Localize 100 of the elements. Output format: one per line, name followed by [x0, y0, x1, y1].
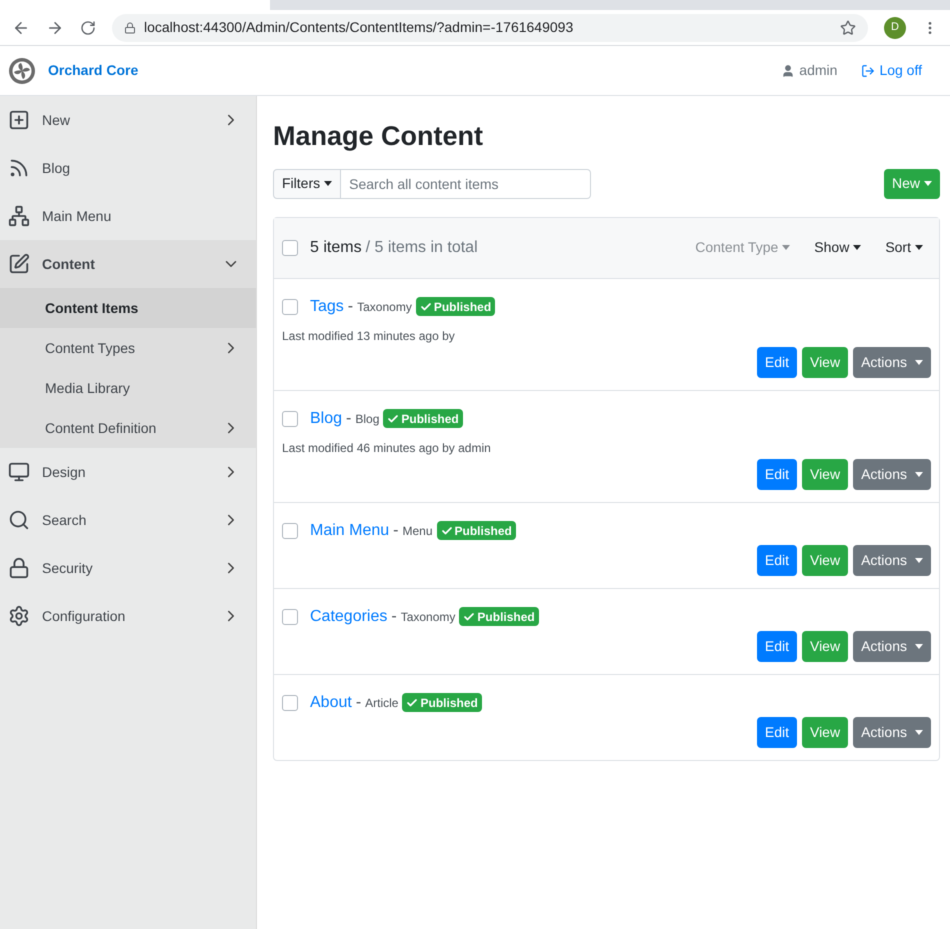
- separator-dash: -: [348, 296, 354, 316]
- sitemap-icon: [8, 205, 30, 227]
- show-dropdown[interactable]: Show: [814, 237, 862, 258]
- published-badge: Published: [383, 409, 463, 428]
- actions-button[interactable]: Actions: [853, 716, 931, 748]
- submenu-item[interactable]: Content Items: [0, 288, 256, 328]
- item-title-link[interactable]: About: [310, 690, 352, 714]
- published-badge: Published: [402, 693, 482, 712]
- item-title-link[interactable]: Main Menu: [310, 518, 390, 542]
- submenu-item[interactable]: Content Definition: [0, 408, 256, 448]
- user-name[interactable]: admin: [799, 60, 838, 81]
- separator-dash: -: [346, 408, 352, 428]
- sidebar-item[interactable]: Security: [0, 544, 256, 592]
- separator-dash: -: [391, 606, 397, 626]
- actions-button[interactable]: Actions: [853, 630, 931, 662]
- caret-icon: [782, 245, 790, 250]
- caret-icon: [915, 730, 923, 734]
- sidebar-label: Main Menu: [42, 206, 112, 226]
- sidebar-item[interactable]: Content: [0, 240, 256, 288]
- separator-dash: -: [393, 520, 398, 540]
- edit-icon: [8, 253, 30, 275]
- modified-text: Last modified 13 minutes ago by: [282, 328, 456, 344]
- sidebar-item[interactable]: Search: [0, 496, 256, 544]
- sidebar-label: Configuration: [42, 606, 126, 626]
- new-button[interactable]: New: [884, 168, 940, 198]
- item-total: / 5 items in total: [366, 238, 478, 258]
- item-type: Blog: [355, 410, 380, 428]
- caret-icon: [915, 360, 923, 364]
- edit-button[interactable]: Edit: [756, 458, 797, 490]
- sidebar-label: New: [42, 110, 70, 130]
- sidebar-item[interactable]: Main Menu: [0, 192, 256, 240]
- published-badge: Published: [436, 521, 516, 540]
- view-button[interactable]: View: [802, 544, 848, 576]
- item-type: Article: [365, 694, 398, 712]
- edit-button[interactable]: Edit: [756, 716, 797, 748]
- lock-icon: [124, 22, 136, 34]
- item-title-link[interactable]: Categories: [310, 604, 388, 628]
- submenu-item[interactable]: Content Types: [0, 328, 256, 368]
- address-bar[interactable]: localhost:44300/Admin/Contents/ContentItems/?admin=-1761649093: [112, 14, 868, 42]
- separator-dash: -: [356, 692, 362, 712]
- caret-icon: [915, 472, 923, 476]
- checkbox[interactable]: [282, 410, 298, 426]
- view-button[interactable]: View: [802, 630, 848, 662]
- content-type-dropdown[interactable]: Content Type: [695, 237, 790, 258]
- search-icon: [8, 509, 30, 531]
- submenu-label: Content Items: [45, 298, 138, 318]
- sidebar-item[interactable]: New: [0, 96, 256, 144]
- item-count: 5 items: [310, 238, 362, 258]
- actions-button[interactable]: Actions: [853, 458, 931, 490]
- actions-button[interactable]: Actions: [853, 544, 931, 576]
- checkbox[interactable]: [282, 694, 298, 710]
- page-title: Manage Content: [273, 120, 484, 153]
- submenu-label: Media Library: [45, 378, 130, 398]
- brand-link[interactable]: Orchard Core: [48, 60, 138, 81]
- edit-button[interactable]: Edit: [756, 346, 797, 378]
- caret-icon: [915, 245, 923, 250]
- profile-avatar[interactable]: D: [884, 16, 906, 38]
- sidebar-item[interactable]: Blog: [0, 144, 256, 192]
- sidebar-label: Design: [42, 462, 86, 482]
- item-title-link[interactable]: Blog: [310, 406, 342, 430]
- checkbox[interactable]: [282, 240, 298, 256]
- actions-button[interactable]: Actions: [853, 346, 931, 378]
- item-type: Taxonomy: [400, 608, 456, 626]
- caret-icon: [915, 644, 923, 648]
- logout-icon: [861, 64, 876, 78]
- caret-icon: [924, 181, 932, 186]
- sidebar-item[interactable]: Configuration: [0, 592, 256, 640]
- caret-icon: [324, 181, 332, 186]
- user-icon: [781, 64, 796, 78]
- lock-icon: [8, 557, 30, 579]
- checkbox[interactable]: [282, 298, 298, 314]
- reload-icon[interactable]: [80, 20, 96, 36]
- sort-dropdown[interactable]: Sort: [885, 237, 923, 258]
- modified-text: Last modified 46 minutes ago by admin: [282, 440, 492, 456]
- gear-icon: [8, 605, 30, 627]
- submenu-item[interactable]: Media Library: [0, 368, 256, 408]
- sidebar-item[interactable]: Design: [0, 448, 256, 496]
- caret-icon: [915, 558, 923, 562]
- checkbox[interactable]: [282, 608, 298, 624]
- search-field[interactable]: Search all content items: [341, 168, 592, 198]
- edit-button[interactable]: Edit: [756, 630, 797, 662]
- plus-square-icon: [8, 109, 30, 131]
- view-button[interactable]: View: [802, 458, 848, 490]
- rss-icon: [8, 157, 30, 179]
- submenu-label: Content Definition: [45, 418, 156, 438]
- view-button[interactable]: View: [802, 346, 848, 378]
- filters-button[interactable]: Filters: [273, 168, 342, 198]
- sidebar-label: Security: [42, 558, 93, 578]
- caret-icon: [853, 245, 862, 250]
- sidebar-label: Blog: [42, 158, 70, 178]
- logoff-link[interactable]: Log off: [879, 60, 922, 81]
- sidebar-label: Content: [42, 254, 95, 274]
- checkbox[interactable]: [282, 522, 298, 538]
- published-badge: Published: [416, 297, 496, 316]
- view-button[interactable]: View: [802, 716, 848, 748]
- monitor-icon: [8, 461, 30, 483]
- item-type: Menu: [402, 522, 433, 540]
- star-icon[interactable]: [840, 20, 856, 36]
- edit-button[interactable]: Edit: [756, 544, 797, 576]
- item-title-link[interactable]: Tags: [310, 294, 344, 318]
